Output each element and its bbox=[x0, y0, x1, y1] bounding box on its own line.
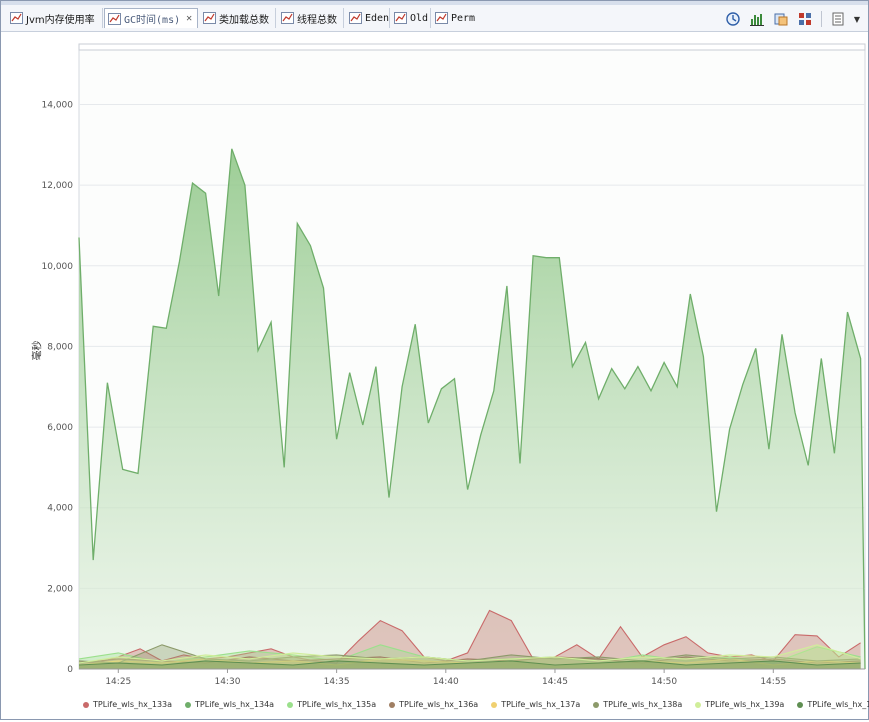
y-tick-label: 10,000 bbox=[42, 262, 74, 272]
chart-svg: 0 2,000 4,000 6,000 8,000 10,000 12,000 14,000 1… bbox=[42, 43, 866, 687]
y-tick-label: 4,000 bbox=[47, 504, 73, 514]
tab-eden[interactable]: Eden bbox=[346, 8, 390, 28]
x-tick-label: 14:50 bbox=[651, 677, 677, 687]
legend-item[interactable]: TPLife_wls_hx_133a bbox=[83, 700, 172, 709]
legend-marker-icon bbox=[797, 701, 804, 708]
tab-label: Jvm内存使用率 bbox=[26, 14, 95, 26]
tab-old[interactable]: Old bbox=[391, 8, 431, 28]
x-tick-label: 14:55 bbox=[760, 677, 786, 687]
legend-item[interactable]: TPLife_wls_hx_136a bbox=[389, 700, 478, 709]
gc-monitor-window: Jvm内存使用率 GC时间(ms) ✕ 类加载总数 线程总数 Eden Old … bbox=[0, 0, 869, 720]
y-tick-label: 6,000 bbox=[47, 423, 73, 433]
legend-label: TPLife_wls_hx_139a bbox=[705, 700, 785, 709]
chevron-down-icon[interactable]: ▼ bbox=[854, 15, 860, 24]
tab-jvm-memory[interactable]: Jvm内存使用率 bbox=[7, 8, 103, 28]
chart-tab-icon bbox=[10, 12, 23, 24]
tab-label: 线程总数 bbox=[297, 14, 337, 26]
tab-label: Perm bbox=[451, 12, 476, 24]
chart-tab-icon bbox=[394, 12, 407, 24]
tab-label: GC时间(ms) bbox=[124, 15, 181, 26]
legend-label: TPLife_wls_hx_137a bbox=[501, 700, 581, 709]
legend-marker-icon bbox=[185, 701, 192, 708]
legend-label: TPLife_wls_hx_135a bbox=[297, 700, 377, 709]
legend-marker-icon bbox=[389, 701, 396, 708]
tab-bar: Jvm内存使用率 GC时间(ms) ✕ 类加载总数 线程总数 Eden Old … bbox=[1, 5, 868, 32]
tab-label: 类加载总数 bbox=[219, 14, 269, 26]
view-menu-icon[interactable] bbox=[830, 11, 846, 27]
tab-label: Old bbox=[410, 12, 429, 24]
x-tick-label: 14:35 bbox=[324, 677, 350, 687]
x-tick-label: 14:30 bbox=[214, 677, 240, 687]
legend-item[interactable]: TPLife_wls_hx_140a bbox=[797, 700, 869, 709]
chart-tab-icon bbox=[349, 12, 362, 24]
legend-label: TPLife_wls_hx_136a bbox=[399, 700, 479, 709]
y-tick-label: 2,000 bbox=[47, 584, 73, 594]
y-tick-label: 8,000 bbox=[47, 342, 73, 352]
chart-tab-icon bbox=[435, 12, 448, 24]
grid-icon[interactable] bbox=[797, 11, 813, 27]
legend-marker-icon bbox=[491, 701, 498, 708]
legend-label: TPLife_wls_hx_133a bbox=[93, 700, 173, 709]
x-tick-label: 14:40 bbox=[433, 677, 459, 687]
y-tick-label: 14,000 bbox=[42, 100, 74, 110]
toolbar-separator bbox=[820, 11, 822, 27]
tab-class-loading[interactable]: 类加载总数 bbox=[200, 8, 276, 28]
legend-marker-icon bbox=[83, 701, 89, 708]
legend-item[interactable]: TPLife_wls_hx_137a bbox=[491, 700, 580, 709]
chart-legend: TPLife_wls_hx_133a TPLife_wls_hx_134a TPLi… bbox=[83, 700, 869, 709]
gc-time-chart: 0 2,000 4,000 6,000 8,000 10,000 12,000 14,000 1… bbox=[1, 32, 868, 718]
x-tick-label: 14:45 bbox=[542, 677, 568, 687]
view-toolbar: ▼ bbox=[725, 11, 860, 27]
chart-tab-icon bbox=[281, 12, 294, 24]
legend-label: TPLife_wls_hx_140a bbox=[807, 700, 869, 709]
bar-chart-icon[interactable] bbox=[749, 11, 765, 27]
y-axis-title: 毫秒 bbox=[32, 340, 44, 361]
tab-thread-count[interactable]: 线程总数 bbox=[278, 8, 344, 28]
tab-perm[interactable]: Perm bbox=[432, 8, 476, 28]
chart-tab-icon bbox=[108, 12, 121, 25]
legend-label: TPLife_wls_hx_138a bbox=[603, 700, 683, 709]
legend-marker-icon bbox=[287, 701, 294, 708]
tab-gc-time[interactable]: GC时间(ms) ✕ bbox=[104, 8, 198, 28]
tab-label: Eden bbox=[365, 12, 390, 24]
chart-tab-icon bbox=[203, 12, 216, 24]
y-tick-label: 12,000 bbox=[42, 181, 74, 191]
y-tick-label: 0 bbox=[67, 665, 73, 675]
refresh-icon[interactable] bbox=[725, 11, 741, 27]
legend-label: TPLife_wls_hx_134a bbox=[195, 700, 275, 709]
legend-marker-icon bbox=[593, 701, 600, 708]
legend-item[interactable]: TPLife_wls_hx_138a bbox=[593, 700, 682, 709]
plot-top-bar bbox=[78, 43, 866, 51]
x-tick-label: 14:25 bbox=[105, 677, 131, 687]
legend-item[interactable]: TPLife_wls_hx_139a bbox=[695, 700, 784, 709]
legend-marker-icon bbox=[695, 701, 702, 708]
legend-item[interactable]: TPLife_wls_hx_135a bbox=[287, 700, 376, 709]
export-icon[interactable] bbox=[773, 11, 789, 27]
legend-item[interactable]: TPLife_wls_hx_134a bbox=[185, 700, 274, 709]
close-icon[interactable]: ✕ bbox=[186, 13, 192, 24]
